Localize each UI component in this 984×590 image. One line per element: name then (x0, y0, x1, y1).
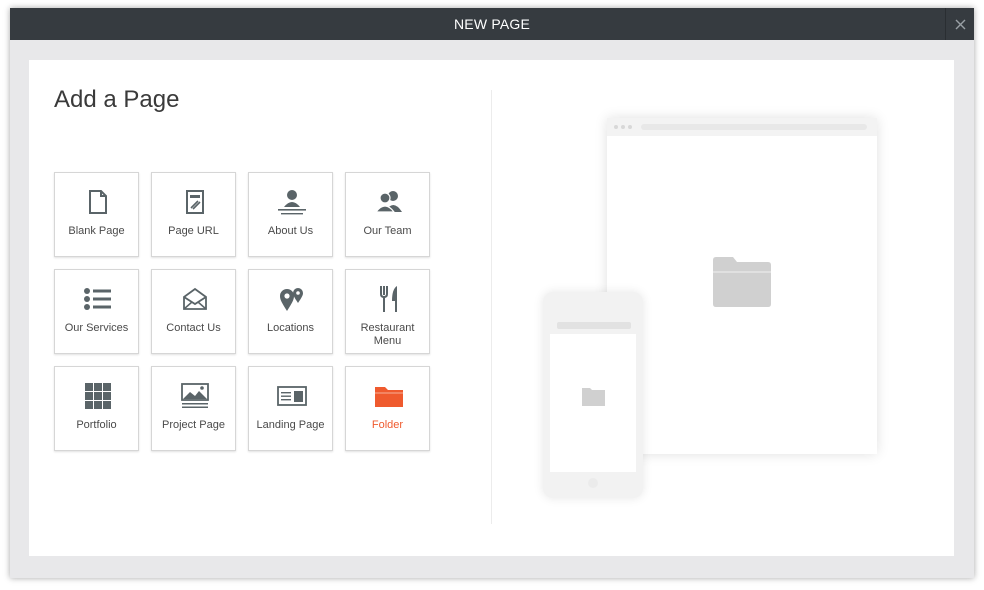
map-pins-icon (279, 288, 303, 311)
landing-page-icon (276, 386, 307, 406)
section-divider (491, 90, 492, 524)
tile-blank-page[interactable]: Blank Page (54, 172, 139, 257)
desktop-preview (607, 118, 877, 454)
dialog-title: NEW PAGE (453, 16, 531, 32)
tile-landing-page[interactable]: Landing Page (248, 366, 333, 451)
tile-label: About Us (267, 225, 314, 237)
page-url-icon (185, 190, 204, 214)
tile-contact-us[interactable]: Contact Us (151, 269, 236, 354)
tile-about-us[interactable]: About Us (248, 172, 333, 257)
list-icon (83, 288, 111, 310)
fork-knife-icon (379, 286, 397, 312)
close-icon (955, 19, 965, 29)
tile-our-team[interactable]: Our Team (345, 172, 430, 257)
tile-label: Restaurant Menu (360, 322, 415, 347)
close-button[interactable] (945, 8, 974, 40)
folder-icon (374, 387, 403, 407)
tile-locations[interactable]: Locations (248, 269, 333, 354)
folder-icon (713, 257, 771, 307)
envelope-icon (182, 287, 207, 310)
grid-icon (84, 383, 111, 409)
mobile-preview (543, 292, 643, 498)
image-page-icon (180, 383, 209, 408)
tile-label: Landing Page (256, 419, 325, 431)
tile-our-services[interactable]: Our Services (54, 269, 139, 354)
dialog-content: Add a Page Blank Page Page URL About Us … (29, 60, 954, 556)
our-team-icon (374, 191, 402, 213)
tile-label: Contact Us (166, 322, 221, 334)
tile-label: Blank Page (68, 225, 125, 237)
tile-project-page[interactable]: Project Page (151, 366, 236, 451)
tile-page-url[interactable]: Page URL (151, 172, 236, 257)
tile-folder[interactable]: Folder (345, 366, 430, 451)
tile-label: Our Services (64, 322, 129, 334)
folder-icon (582, 388, 605, 406)
tile-label: Folder (371, 419, 404, 431)
tile-label: Page URL (168, 225, 219, 237)
page-title: Add a Page (54, 86, 180, 113)
tile-restaurant-menu[interactable]: Restaurant Menu (345, 269, 430, 354)
tile-portfolio[interactable]: Portfolio (54, 366, 139, 451)
dialog-titlebar: NEW PAGE (10, 8, 974, 40)
tile-label: Our Team (363, 225, 412, 237)
tile-label: Portfolio (76, 419, 117, 431)
about-us-icon (277, 190, 306, 215)
browser-bar (607, 118, 877, 136)
tile-label: Locations (266, 322, 315, 334)
tile-label: Project Page (162, 419, 225, 431)
new-page-dialog: NEW PAGE Add a Page Blank Page Page URL … (10, 8, 974, 578)
blank-page-icon (88, 190, 107, 214)
